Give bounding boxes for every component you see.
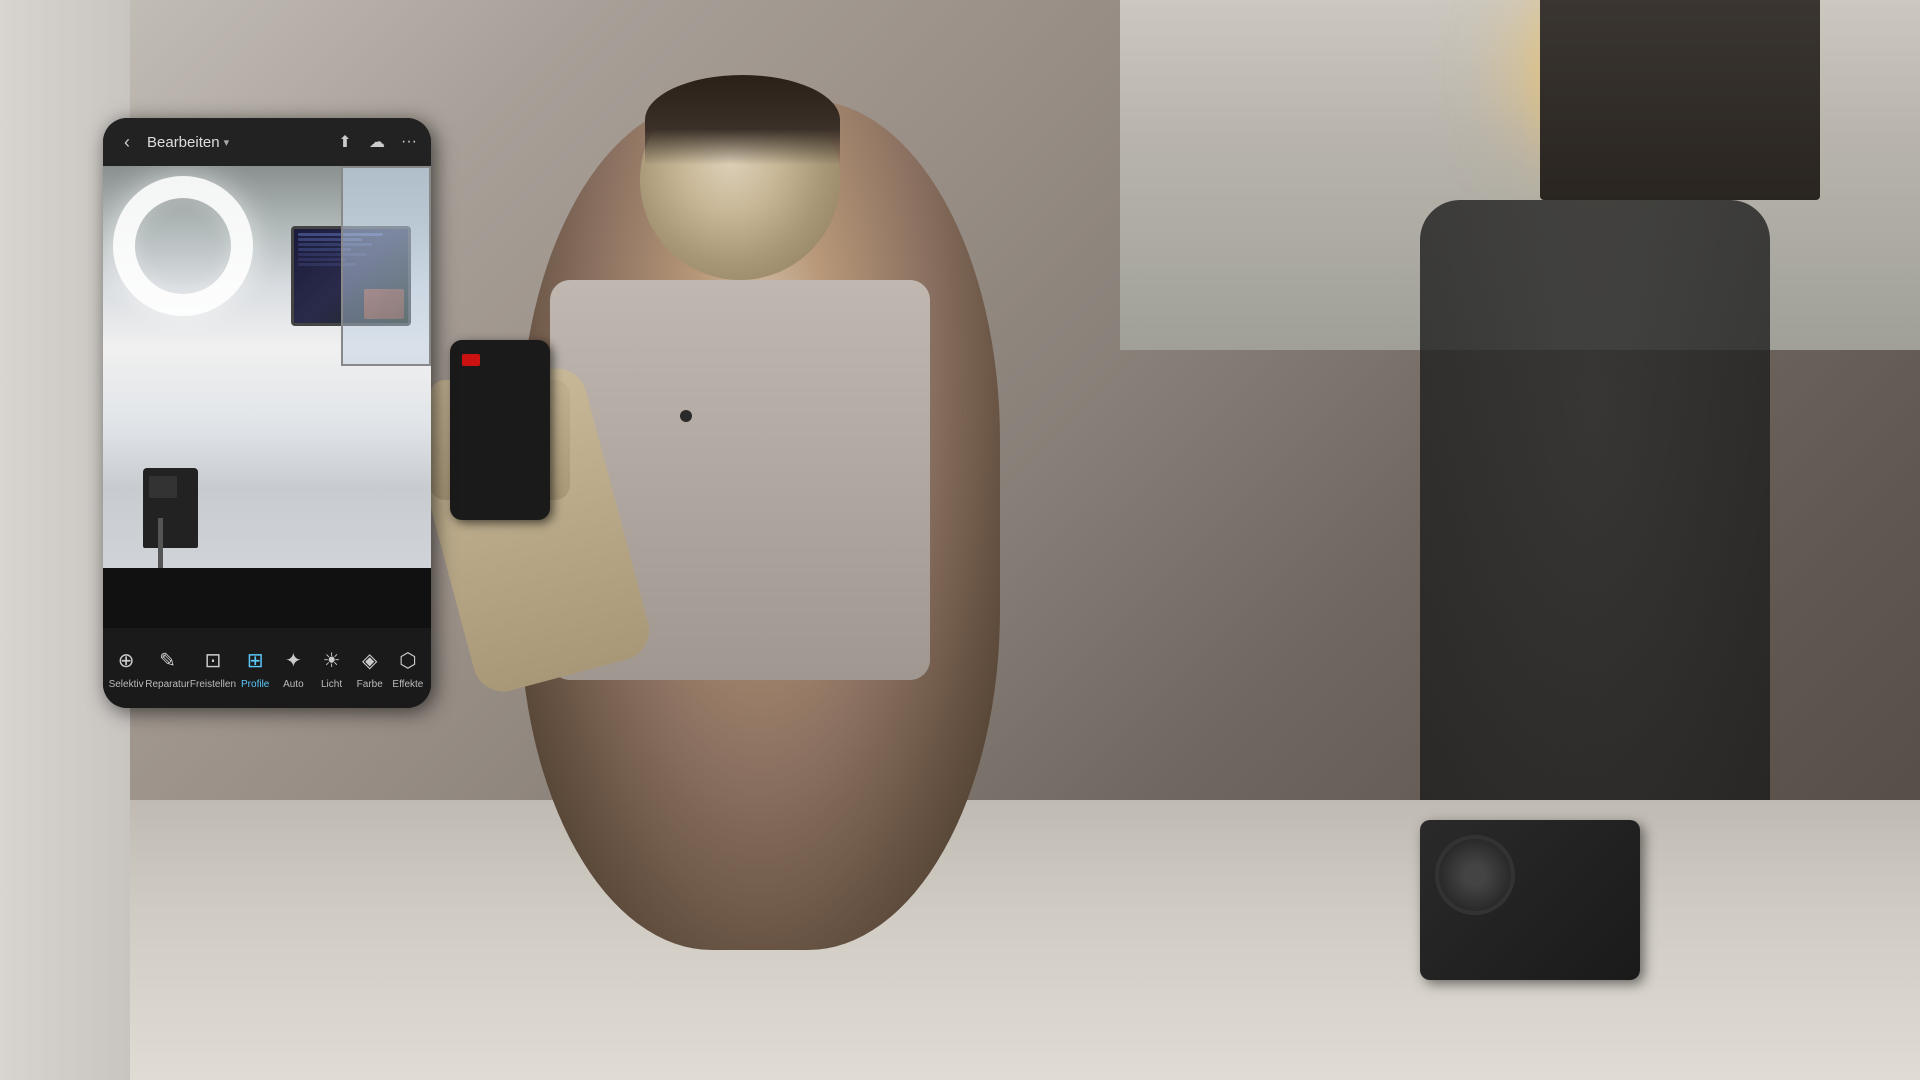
cloud-icon[interactable]: ☁: [365, 132, 389, 152]
phone-indicator: [462, 354, 480, 366]
toolbar-item-farbe[interactable]: ◈ Farbe: [351, 647, 389, 690]
topbar-title: Bearbeiten ▾: [147, 134, 327, 151]
selektiv-icon: ⊕: [112, 647, 140, 675]
title-text: Bearbeiten: [147, 134, 220, 151]
dropdown-arrow-icon[interactable]: ▾: [224, 136, 230, 149]
toolbar-item-reparatur[interactable]: ✎ Reparatur: [145, 647, 189, 690]
back-button[interactable]: ‹: [113, 128, 141, 156]
photo-tripod: [158, 518, 163, 568]
photo-camera: [143, 468, 198, 548]
lapel-mic: [680, 410, 692, 422]
phone-toolbar: ⊕ Selektiv ✎ Reparatur ⊡ Freistellen ⊞ P…: [103, 628, 431, 708]
topbar-icons: ⬆ ☁ ···: [333, 132, 421, 152]
effekte-label: Effekte: [392, 679, 423, 690]
toolbar-item-profile[interactable]: ⊞ Profile: [236, 647, 274, 690]
more-icon[interactable]: ···: [397, 133, 421, 151]
freistellen-label: Freistellen: [190, 679, 236, 690]
photo-ring-light: [113, 176, 253, 316]
back-icon: ‹: [124, 132, 130, 153]
dark-strip: [103, 568, 431, 628]
reparatur-icon: ✎: [153, 647, 181, 675]
chair: [1420, 200, 1770, 900]
camera-lens: [1435, 835, 1515, 915]
shelving-unit: [1540, 0, 1820, 200]
toolbar-item-freistellen[interactable]: ⊡ Freistellen: [190, 647, 236, 690]
toolbar-item-licht[interactable]: ☀ Licht: [313, 647, 351, 690]
licht-icon: ☀: [318, 647, 346, 675]
effekte-icon: ⬡: [394, 647, 422, 675]
smartphone-ui: ‹ Bearbeiten ▾ ⬆ ☁ ···: [103, 118, 431, 708]
held-phone: [450, 340, 550, 520]
auto-icon: ✦: [279, 647, 307, 675]
toolbar-item-auto[interactable]: ✦ Auto: [274, 647, 312, 690]
camera-on-desk: [1420, 820, 1640, 980]
person-hair: [645, 75, 840, 165]
photo-window: [341, 166, 431, 366]
profile-label: Profile: [241, 679, 269, 690]
toolbar-item-selektiv[interactable]: ⊕ Selektiv: [107, 647, 145, 690]
photo-area: [103, 166, 431, 568]
freistellen-icon: ⊡: [199, 647, 227, 675]
scene: ‹ Bearbeiten ▾ ⬆ ☁ ···: [0, 0, 1920, 1080]
reparatur-label: Reparatur: [145, 679, 189, 690]
profile-icon: ⊞: [241, 647, 269, 675]
licht-label: Licht: [321, 679, 342, 690]
photo-camera-lens-area: [149, 476, 177, 498]
auto-label: Auto: [283, 679, 304, 690]
farbe-icon: ◈: [356, 647, 384, 675]
share-icon[interactable]: ⬆: [333, 132, 357, 152]
phone-topbar: ‹ Bearbeiten ▾ ⬆ ☁ ···: [103, 118, 431, 166]
toolbar-item-effekte[interactable]: ⬡ Effekte: [389, 647, 427, 690]
selektiv-label: Selektiv: [109, 679, 144, 690]
farbe-label: Farbe: [357, 679, 383, 690]
